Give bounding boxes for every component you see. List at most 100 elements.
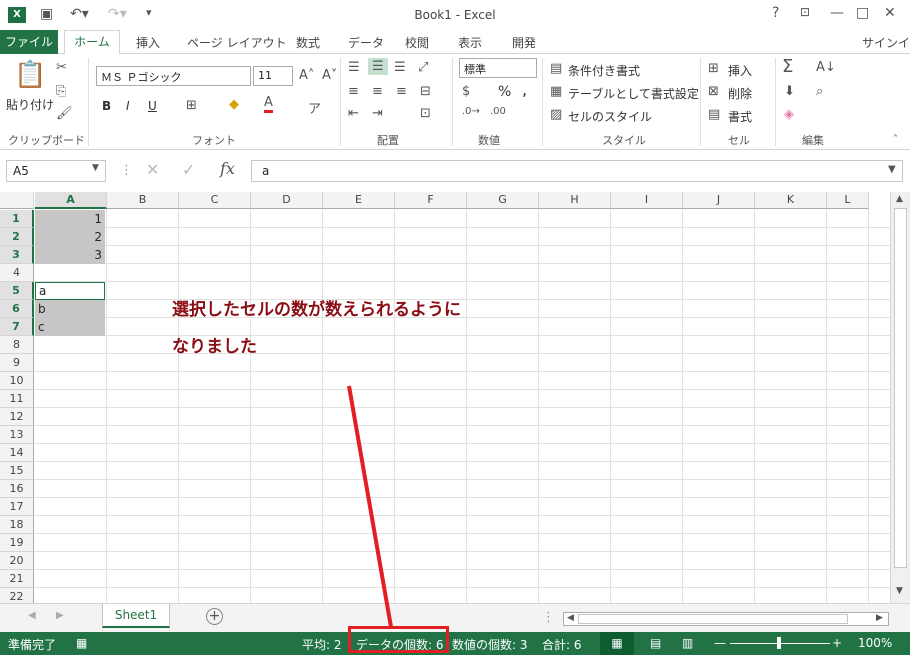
column-header-k[interactable]: K — [755, 192, 827, 209]
row-header-7[interactable]: 7 — [0, 318, 34, 336]
column-header-h[interactable]: H — [539, 192, 611, 209]
orientation-icon[interactable]: ⤢ — [418, 60, 428, 75]
tab-view[interactable]: 表示 — [458, 34, 482, 51]
wrap-text-icon[interactable]: ⊟ — [420, 84, 431, 99]
cell-styles-icon[interactable]: ▨ — [550, 107, 562, 122]
cancel-icon[interactable]: ✕ — [146, 160, 159, 179]
tab-insert[interactable]: 挿入 — [136, 34, 160, 51]
formula-input[interactable]: a — [251, 160, 903, 182]
select-all-corner[interactable] — [0, 192, 34, 209]
conditional-format-icon[interactable]: ▤ — [550, 61, 562, 76]
zoom-in-icon[interactable]: + — [832, 636, 842, 650]
insert-cells-icon[interactable]: ⊞ — [708, 61, 719, 76]
row-header-20[interactable]: 20 — [0, 552, 34, 570]
row-header-13[interactable]: 13 — [0, 426, 34, 444]
cell-a5[interactable]: a — [35, 282, 105, 300]
close-button[interactable]: ✕ — [884, 5, 896, 21]
scroll-up-icon[interactable]: ▲ — [896, 194, 903, 204]
macro-record-icon[interactable]: ▦ — [76, 636, 87, 650]
insert-cells-button[interactable]: 挿入 — [728, 62, 752, 79]
phonetic-icon[interactable]: ア — [308, 98, 321, 117]
collapse-ribbon-icon[interactable]: ˄ — [893, 134, 898, 145]
vertical-scrollbar[interactable]: ▲ ▼ — [890, 192, 910, 603]
shrink-font-icon[interactable]: A˅ — [322, 68, 337, 83]
align-center-icon[interactable]: ≡ — [372, 84, 383, 99]
clear-icon[interactable]: ◈ — [784, 107, 794, 122]
copy-icon[interactable]: ⎘ — [56, 84, 66, 99]
column-header-a[interactable]: A — [35, 192, 107, 209]
autosum-icon[interactable]: Σ — [782, 56, 793, 77]
scroll-right-icon[interactable]: ▶ — [876, 613, 883, 623]
column-header-g[interactable]: G — [467, 192, 539, 209]
sheet-tab-sheet1[interactable]: Sheet1 — [102, 604, 170, 628]
column-header-j[interactable]: J — [683, 192, 755, 209]
align-left-icon[interactable]: ≡ — [348, 84, 359, 99]
row-header-3[interactable]: 3 — [0, 246, 34, 264]
number-format-combo[interactable]: 標準 — [459, 58, 537, 78]
row-header-22[interactable]: 22 — [0, 588, 34, 603]
cell-a7[interactable]: c — [35, 318, 105, 336]
font-name-combo[interactable]: ＭＳ Ｐゴシック — [96, 66, 251, 86]
bottom-align-icon[interactable]: ☰ — [394, 60, 406, 75]
scroll-down-icon[interactable]: ▼ — [896, 586, 903, 596]
row-header-8[interactable]: 8 — [0, 336, 34, 354]
cell-a6[interactable]: b — [35, 300, 105, 318]
horizontal-scrollbar[interactable]: ◀ ▶ — [563, 612, 889, 626]
grow-font-icon[interactable]: A˄ — [299, 68, 314, 83]
new-sheet-button[interactable]: + — [206, 608, 223, 625]
worksheet-grid[interactable]: ABCDEFGHIJKL 1 2 3 4 5 6 7 8 9 10 11 12 13 14 15 16 17 18… — [0, 192, 890, 603]
tab-file[interactable]: ファイル — [0, 30, 58, 54]
row-header-16[interactable]: 16 — [0, 480, 34, 498]
row-header-19[interactable]: 19 — [0, 534, 34, 552]
normal-view-icon[interactable]: ▦ — [600, 632, 634, 655]
cell-styles-button[interactable]: セルのスタイル — [568, 108, 652, 125]
column-header-c[interactable]: C — [179, 192, 251, 209]
cell-a3[interactable]: 3 — [35, 246, 105, 264]
ribbon-display-button[interactable]: ⊡ — [800, 5, 810, 19]
format-table-icon[interactable]: ▦ — [550, 84, 562, 99]
merge-center-icon[interactable]: ⊡ — [420, 106, 431, 121]
fill-icon[interactable]: ⬇ — [784, 84, 795, 99]
paste-icon[interactable]: 📋 — [14, 60, 46, 90]
row-header-12[interactable]: 12 — [0, 408, 34, 426]
paste-button[interactable]: 貼り付け — [6, 96, 54, 113]
zoom-level[interactable]: 100% — [858, 636, 892, 650]
row-header-9[interactable]: 9 — [0, 354, 34, 372]
insert-function-button[interactable]: fx — [220, 159, 235, 178]
percent-button[interactable]: % — [498, 84, 511, 100]
tab-formulas[interactable]: 数式 — [296, 34, 320, 51]
font-size-combo[interactable]: 11 — [253, 66, 293, 86]
row-header-6[interactable]: 6 — [0, 300, 34, 318]
column-header-b[interactable]: B — [107, 192, 179, 209]
prev-sheet-icon[interactable]: ◀ — [28, 610, 36, 621]
format-cells-icon[interactable]: ▤ — [708, 107, 720, 122]
enter-icon[interactable]: ✓ — [182, 160, 195, 179]
font-color-icon[interactable]: A — [264, 96, 273, 113]
row-header-14[interactable]: 14 — [0, 444, 34, 462]
delete-cells-icon[interactable]: ⊠ — [708, 84, 719, 99]
decrease-indent-icon[interactable]: ⇤ — [348, 106, 359, 121]
delete-cells-button[interactable]: 削除 — [728, 85, 752, 102]
row-header-11[interactable]: 11 — [0, 390, 34, 408]
format-as-table-button[interactable]: テーブルとして書式設定 — [568, 85, 699, 102]
underline-button[interactable]: U — [148, 99, 157, 113]
sort-filter-icon[interactable]: A↓ — [816, 60, 836, 75]
vertical-scroll-thumb[interactable] — [894, 208, 907, 568]
column-header-i[interactable]: I — [611, 192, 683, 209]
name-box-dropdown-icon[interactable]: ▼ — [92, 163, 99, 173]
conditional-format-button[interactable]: 条件付き書式 — [568, 62, 640, 79]
fill-color-icon[interactable]: ◆ — [229, 97, 239, 112]
row-header-4[interactable]: 4 — [0, 264, 34, 282]
align-right-icon[interactable]: ≡ — [396, 84, 407, 99]
format-cells-button[interactable]: 書式 — [728, 108, 752, 125]
page-layout-view-icon[interactable]: ▤ — [650, 636, 661, 650]
currency-icon[interactable]: $ — [462, 84, 470, 99]
tab-developer[interactable]: 開発 — [512, 34, 536, 51]
tab-data[interactable]: データ — [348, 34, 384, 51]
tab-page-layout[interactable]: ページ レイアウト — [187, 34, 287, 51]
increase-indent-icon[interactable]: ⇥ — [372, 106, 383, 121]
page-break-view-icon[interactable]: ▥ — [682, 636, 693, 650]
row-header-2[interactable]: 2 — [0, 228, 34, 246]
cell-a2[interactable]: 2 — [35, 228, 105, 246]
decrease-decimal-icon[interactable]: .00 — [490, 106, 506, 117]
